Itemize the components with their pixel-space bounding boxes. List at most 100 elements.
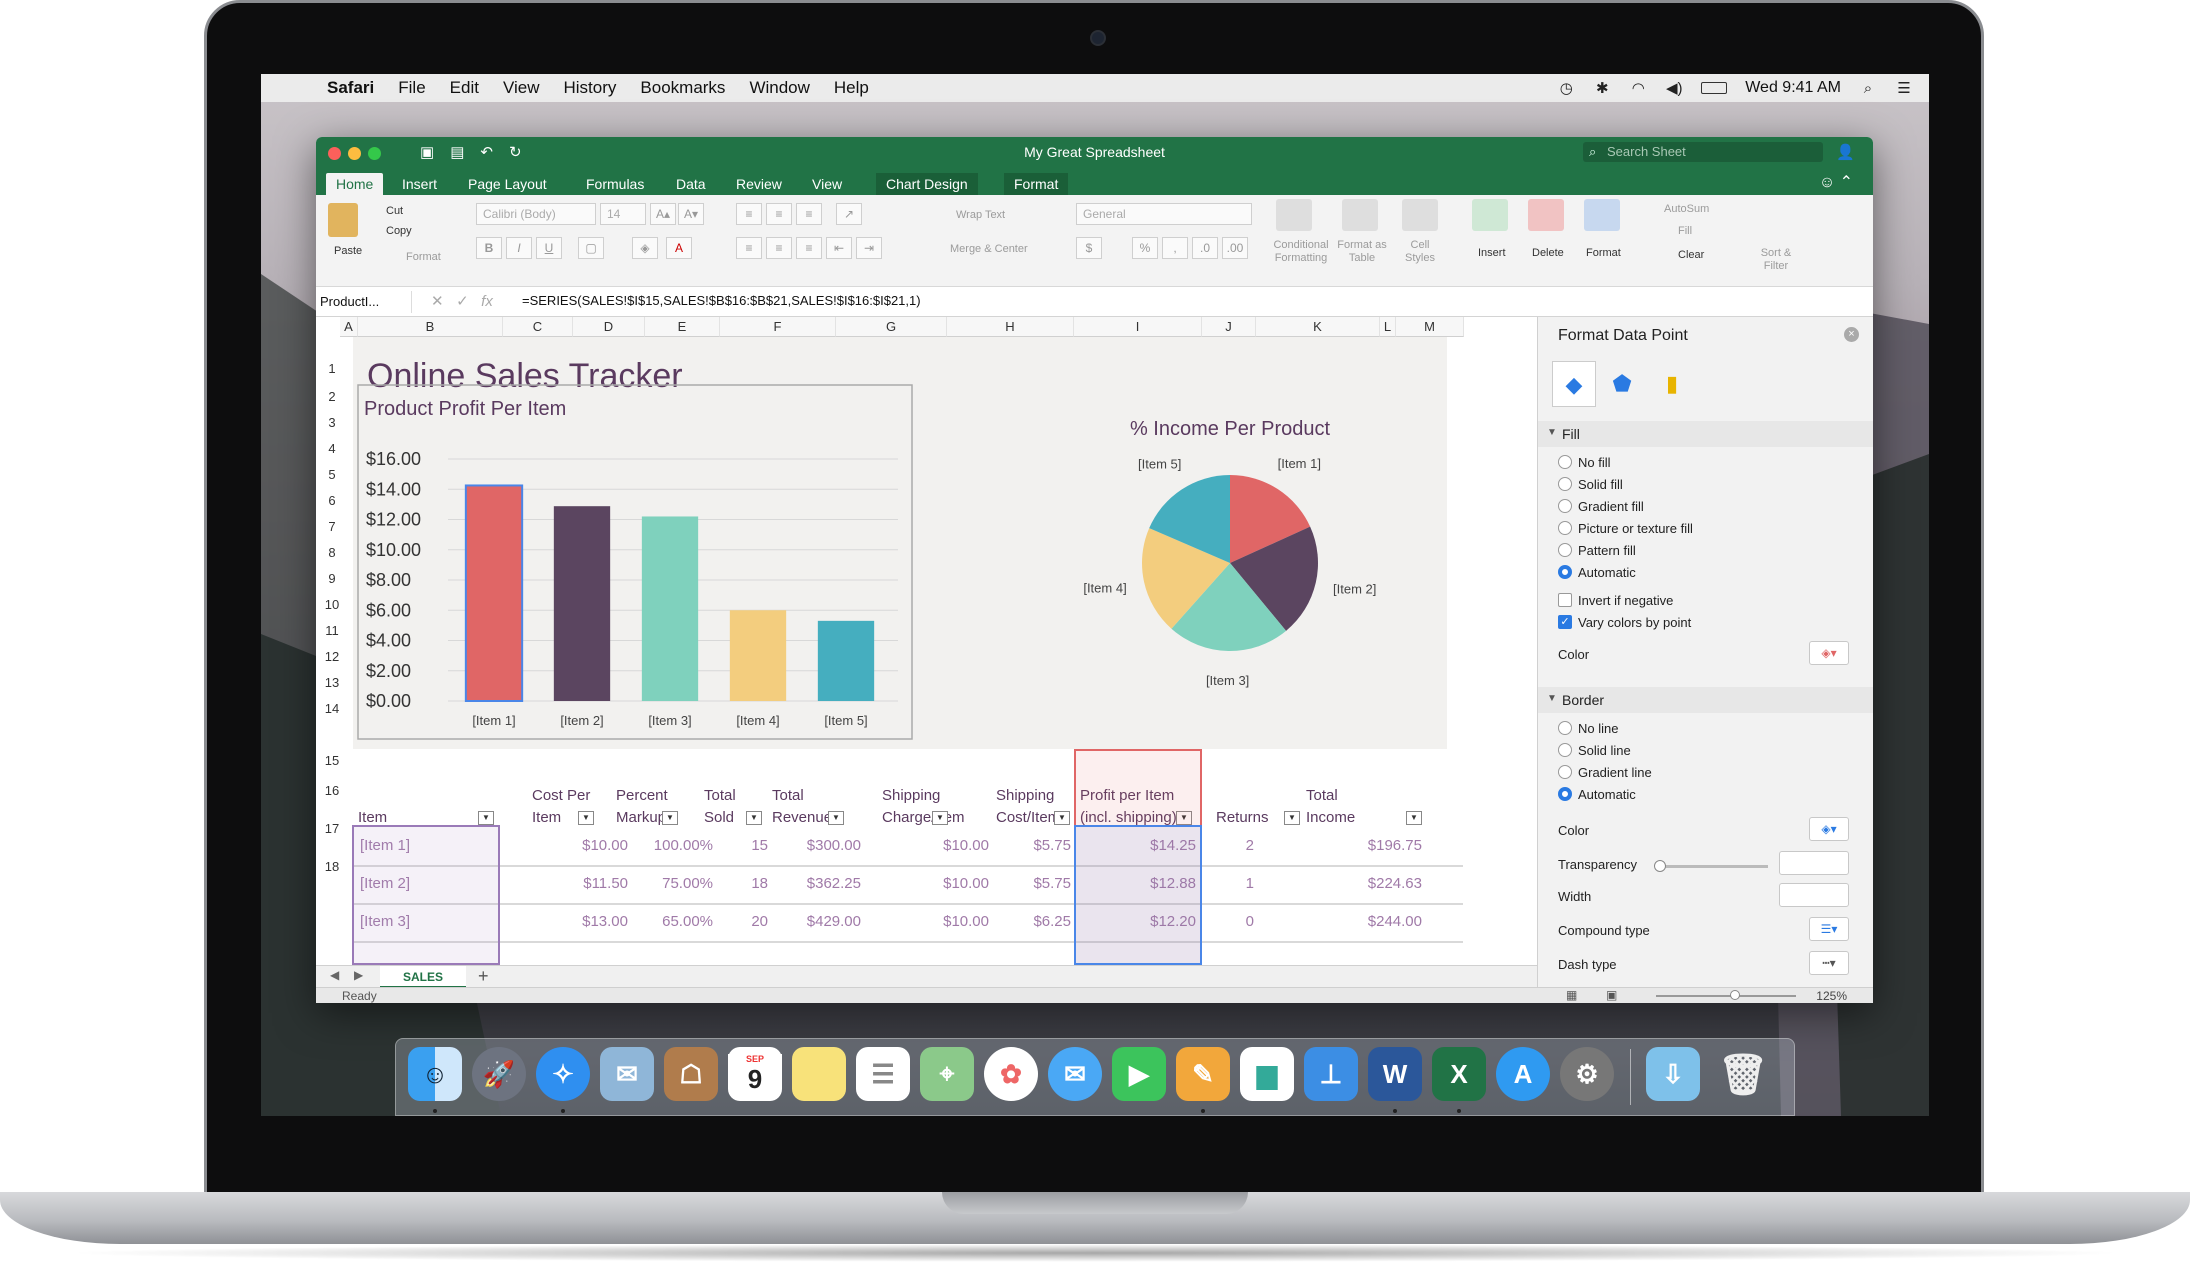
menu-file[interactable]: File xyxy=(398,78,425,98)
gradient-line-option[interactable]: Gradient line xyxy=(1558,763,1652,781)
fill-line-tab-icon[interactable]: ◆ xyxy=(1552,361,1596,407)
tab-page-layout[interactable]: Page Layout xyxy=(458,173,557,195)
copy-button[interactable]: Copy xyxy=(386,225,412,237)
table-cell[interactable]: $362.25 xyxy=(741,875,861,892)
zoom-level[interactable]: 125% xyxy=(1816,989,1847,1003)
worksheet-grid[interactable]: Online Sales Tracker Product Profit Per … xyxy=(316,317,1537,965)
row-header-9[interactable]: 9 xyxy=(316,571,348,586)
cell-styles-icon[interactable] xyxy=(1402,199,1438,231)
format-as-table-icon[interactable] xyxy=(1342,199,1378,231)
tab-chart-design[interactable]: Chart Design xyxy=(876,173,978,195)
delete-cells-button[interactable]: Delete xyxy=(1532,247,1564,259)
transparency-slider-thumb[interactable] xyxy=(1654,860,1666,872)
excel-icon[interactable]: X xyxy=(1432,1047,1486,1101)
column-header-g[interactable]: G xyxy=(836,317,947,337)
column-header-m[interactable]: M xyxy=(1396,317,1464,337)
cut-button[interactable]: Cut xyxy=(386,205,403,217)
row-header-10[interactable]: 10 xyxy=(316,597,348,612)
dash-type-select[interactable]: ┅▾ xyxy=(1809,951,1849,975)
width-input[interactable] xyxy=(1779,883,1849,907)
filter-dropdown-icon[interactable]: ▼ xyxy=(932,811,948,825)
column-header-h[interactable]: H xyxy=(947,317,1074,337)
no-fill-option[interactable]: No fill xyxy=(1558,453,1611,471)
word-icon[interactable]: W xyxy=(1368,1047,1422,1101)
filter-dropdown-icon[interactable]: ▼ xyxy=(578,811,594,825)
menu-view[interactable]: View xyxy=(503,78,540,98)
conditional-formatting-button[interactable]: Conditional Formatting xyxy=(1266,239,1336,265)
font-size-select[interactable]: 14 xyxy=(600,203,646,225)
smiley-feedback-icon[interactable]: ☺ ⌃ xyxy=(1819,172,1853,192)
paste-button[interactable]: Paste xyxy=(334,245,362,257)
fill-button[interactable]: Fill xyxy=(1678,225,1692,237)
row-header-17[interactable]: 17 xyxy=(316,821,348,836)
menu-app-name[interactable]: Safari xyxy=(327,78,374,98)
pie-chart[interactable]: % Income Per Product [Item 1] [Item 2] [It… xyxy=(1036,397,1436,717)
filter-dropdown-icon[interactable]: ▼ xyxy=(478,811,494,825)
next-sheet-icon[interactable]: ▶ xyxy=(354,968,363,982)
row-header-15[interactable]: 15 xyxy=(316,753,348,768)
row-header-2[interactable]: 2 xyxy=(316,389,348,404)
border-color-picker[interactable]: ◈▾ xyxy=(1809,817,1849,841)
fill-section-header[interactable]: ▼ Fill xyxy=(1538,421,1873,447)
currency-button[interactable]: $ xyxy=(1076,237,1102,259)
downloads-folder-icon[interactable]: ⇩ xyxy=(1646,1047,1700,1101)
row-header-3[interactable]: 3 xyxy=(316,415,348,430)
row-header-1[interactable]: 1 xyxy=(316,361,348,376)
tab-insert[interactable]: Insert xyxy=(392,173,447,195)
column-header-l[interactable]: L xyxy=(1380,317,1396,337)
row-header-4[interactable]: 4 xyxy=(316,441,348,456)
tab-data[interactable]: Data xyxy=(666,173,716,195)
bar-3[interactable] xyxy=(641,516,699,701)
filter-dropdown-icon[interactable]: ▼ xyxy=(662,811,678,825)
solid-fill-option[interactable]: Solid fill xyxy=(1558,475,1623,493)
add-sheet-icon[interactable]: + xyxy=(478,966,489,987)
transparency-input[interactable] xyxy=(1779,851,1849,875)
close-pane-icon[interactable]: × xyxy=(1844,327,1859,342)
increase-font-button[interactable]: A▴ xyxy=(650,203,676,225)
transparency-slider[interactable] xyxy=(1654,860,1768,872)
bar-chart[interactable]: Product Profit Per Item $16.00 $14.00 $12.… xyxy=(357,383,918,743)
table-cell[interactable]: $196.75 xyxy=(1302,837,1422,854)
normal-view-icon[interactable]: ▦ xyxy=(1566,988,1577,1002)
finder-icon[interactable]: ☺ xyxy=(408,1047,462,1101)
comma-button[interactable]: , xyxy=(1162,237,1188,259)
column-header-d[interactable]: D xyxy=(573,317,645,337)
app-store-icon[interactable]: A xyxy=(1496,1047,1550,1101)
row-header-13[interactable]: 13 xyxy=(316,675,348,690)
decrease-decimal-button[interactable]: .00 xyxy=(1222,237,1248,259)
format-cells-icon[interactable] xyxy=(1584,199,1620,231)
conditional-formatting-icon[interactable] xyxy=(1276,199,1312,231)
bar-1[interactable] xyxy=(464,484,524,702)
launchpad-icon[interactable]: 🚀 xyxy=(472,1047,526,1101)
bold-button[interactable]: B xyxy=(476,237,502,259)
cancel-icon[interactable]: ✕ ✓ fx xyxy=(431,292,493,310)
wrap-text-button[interactable]: Wrap Text xyxy=(956,209,1005,221)
mail-icon[interactable]: ✉ xyxy=(600,1047,654,1101)
column-header-c[interactable]: C xyxy=(503,317,573,337)
align-center-button[interactable]: ≡ xyxy=(766,237,792,259)
battery-icon[interactable] xyxy=(1701,82,1728,94)
menubar-clock[interactable]: Wed 9:41 AM xyxy=(1745,79,1841,97)
series-options-tab-icon[interactable]: ▮ xyxy=(1650,361,1694,407)
column-header-i[interactable]: I xyxy=(1074,317,1202,337)
time-machine-icon[interactable]: ◷ xyxy=(1557,79,1575,97)
compound-type-select[interactable]: ☰▾ xyxy=(1809,917,1849,941)
column-header-a[interactable]: A xyxy=(340,317,358,337)
column-header-k[interactable]: K xyxy=(1256,317,1380,337)
system-preferences-icon[interactable]: ⚙ xyxy=(1560,1047,1614,1101)
zoom-slider[interactable] xyxy=(1656,990,1796,1000)
indent-increase-button[interactable]: ⇥ xyxy=(856,237,882,259)
percent-button[interactable]: % xyxy=(1132,237,1158,259)
column-header-j[interactable]: J xyxy=(1202,317,1256,337)
bluetooth-icon[interactable]: ✱ xyxy=(1593,79,1611,97)
automatic-line-option[interactable]: Automatic xyxy=(1558,785,1636,803)
invert-if-negative-checkbox[interactable]: Invert if negative xyxy=(1558,591,1673,609)
table-cell[interactable]: $5.75 xyxy=(951,875,1071,892)
notification-center-icon[interactable]: ☰ xyxy=(1895,79,1913,97)
automatic-fill-option[interactable]: Automatic xyxy=(1558,563,1636,581)
clear-button[interactable]: Clear xyxy=(1678,249,1704,261)
indent-decrease-button[interactable]: ⇤ xyxy=(826,237,852,259)
keynote-icon[interactable]: ⊥ xyxy=(1304,1047,1358,1101)
messages-icon[interactable]: ✉ xyxy=(1048,1047,1102,1101)
pattern-fill-option[interactable]: Pattern fill xyxy=(1558,541,1636,559)
